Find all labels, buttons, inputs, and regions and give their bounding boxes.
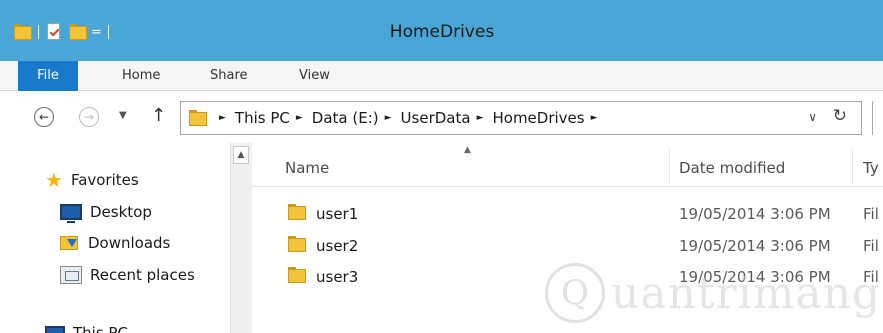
column-header-name[interactable]: Name: [285, 143, 329, 187]
recent-locations-icon[interactable]: ▼: [119, 110, 127, 121]
scroll-up-icon[interactable]: ▲: [233, 146, 249, 164]
nav-item-label: This PC: [73, 324, 128, 333]
address-dropdown-icon[interactable]: ∨: [808, 110, 817, 124]
breadcrumb-this-pc[interactable]: This PC: [235, 109, 290, 127]
nav-item-label: Desktop: [90, 203, 152, 221]
breadcrumb-separator-icon[interactable]: ►: [591, 113, 598, 123]
navigation-bar: ← → ▼ ↑ ► This PC ► Data (E:) ► UserData…: [0, 91, 883, 143]
title-bar: = HomeDrives: [0, 0, 883, 61]
navigation-pane: ★ Favorites Desktop Downloads Recent pla…: [0, 143, 230, 333]
file-date-modified: 19/05/2014 3:06 PM: [679, 205, 831, 223]
sort-ascending-icon: ▲: [464, 145, 471, 155]
nav-item-recent-places[interactable]: Recent places: [60, 263, 195, 287]
nav-item-label: Recent places: [90, 266, 195, 284]
up-arrow-icon[interactable]: ↑: [151, 105, 166, 126]
breadcrumb-separator-icon[interactable]: ►: [219, 113, 226, 123]
forward-arrow-icon[interactable]: →: [79, 107, 99, 127]
nav-item-favorites[interactable]: ★ Favorites: [45, 168, 139, 192]
nav-item-downloads[interactable]: Downloads: [60, 231, 170, 255]
breadcrumb-separator-icon[interactable]: ►: [385, 113, 392, 123]
search-box[interactable]: [872, 101, 883, 135]
breadcrumb-userdata[interactable]: UserData: [401, 109, 471, 127]
tab-view[interactable]: View: [299, 61, 330, 91]
nav-item-desktop[interactable]: Desktop: [60, 200, 152, 224]
ribbon-tabs: File Home Share View: [0, 61, 883, 91]
breadcrumb-homedrives[interactable]: HomeDrives: [492, 109, 584, 127]
tab-home[interactable]: Home: [122, 61, 160, 91]
navigation-pane-scrollbar[interactable]: ▲: [230, 143, 252, 333]
column-divider[interactable]: [669, 149, 670, 183]
breadcrumb-separator-icon[interactable]: ►: [296, 113, 303, 123]
column-divider[interactable]: [852, 149, 853, 183]
computer-icon: [45, 326, 65, 333]
file-name: user3: [316, 268, 359, 286]
nav-item-label: Favorites: [70, 171, 139, 189]
explorer-window: = HomeDrives File Home Share View ← → ▼ …: [0, 0, 883, 333]
tab-file[interactable]: File: [18, 61, 78, 91]
file-name: user2: [316, 237, 359, 255]
folder-icon: [288, 266, 306, 284]
watermark: Q uantrimang: [545, 253, 881, 333]
refresh-icon[interactable]: ↻: [833, 106, 847, 126]
watermark-text: uantrimang: [611, 267, 882, 319]
nav-item-this-pc[interactable]: This PC: [45, 321, 128, 333]
watermark-logo: Q: [545, 263, 605, 323]
breadcrumb-separator-icon[interactable]: ►: [477, 113, 484, 123]
column-header: ▲ Name Date modified Ty: [252, 143, 883, 187]
folder-icon: [288, 235, 306, 253]
breadcrumb: ► This PC ► Data (E:) ► UserData ► HomeD…: [213, 102, 607, 134]
file-name: user1: [316, 205, 359, 223]
breadcrumb-data-drive[interactable]: Data (E:): [312, 109, 379, 127]
file-type: Fil: [863, 205, 879, 223]
tab-share[interactable]: Share: [210, 61, 248, 91]
back-arrow-icon[interactable]: ←: [34, 107, 54, 127]
nav-item-label: Downloads: [88, 234, 171, 252]
column-header-type[interactable]: Ty: [863, 143, 879, 187]
desktop-icon: [60, 204, 82, 223]
window-title: HomeDrives: [389, 22, 495, 42]
star-icon: ★: [45, 168, 63, 192]
downloads-icon: [60, 234, 80, 252]
recent-places-icon: [60, 266, 82, 284]
folder-icon: [288, 203, 306, 221]
file-row[interactable]: user1 19/05/2014 3:06 PM Fil: [252, 198, 883, 230]
folder-icon: [189, 109, 207, 127]
column-header-date-modified[interactable]: Date modified: [679, 143, 785, 187]
address-bar[interactable]: ► This PC ► Data (E:) ► UserData ► HomeD…: [180, 101, 862, 135]
